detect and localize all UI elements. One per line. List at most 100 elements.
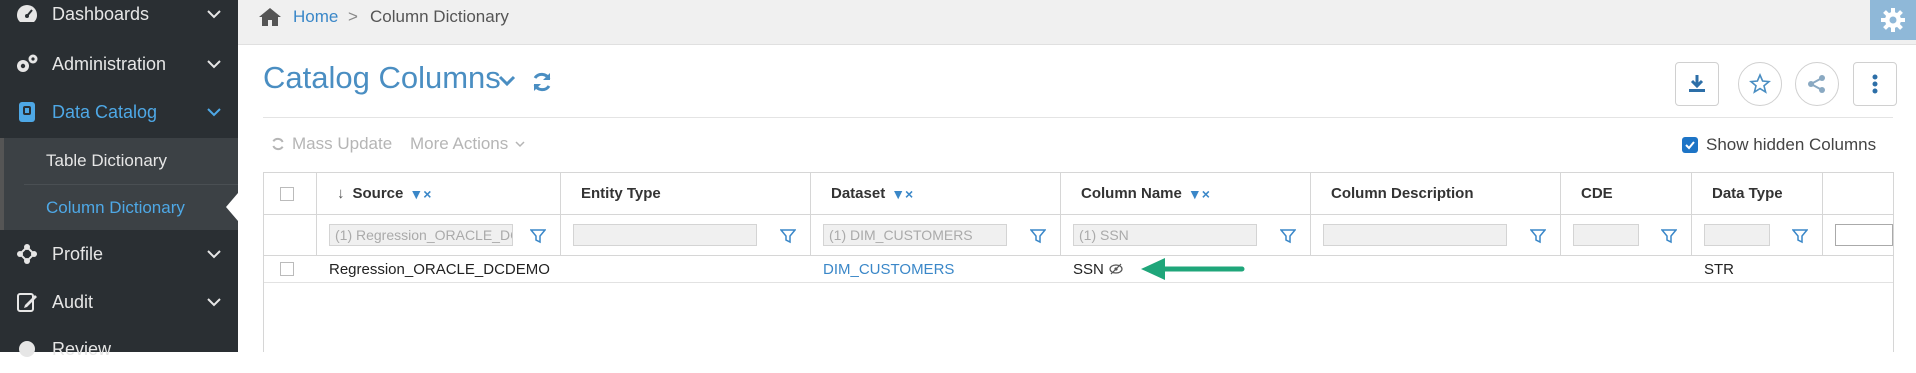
column-header-column-name[interactable]: Column Name ▼× [1061,173,1311,215]
column-header-source[interactable]: ↓ Source ▼× [317,173,561,215]
chevron-down-icon [207,60,221,69]
sidebar-item-review[interactable]: Review [0,325,238,373]
column-header-dataset[interactable]: Dataset ▼× [811,173,1061,215]
filter-input-column-description[interactable] [1323,224,1507,246]
filter-input-dataset[interactable]: (1) DIM_CUSTOMERS [823,224,1007,246]
more-actions-dropdown[interactable]: More Actions [410,134,526,154]
filter-input-cde[interactable] [1573,224,1639,246]
filter-active-icon[interactable]: ▼× [891,186,913,202]
sidebar-item-label: Dashboards [52,3,150,24]
filter-cell-data-type [1692,215,1823,256]
filter-cell-source: (1) Regression_ORACLE_DC [317,215,561,256]
annotation-arrow-icon [1140,258,1245,280]
filter-icon[interactable] [780,228,796,244]
filter-icon[interactable] [1280,228,1296,244]
column-header-label: Dataset [831,185,886,202]
chevron-down-icon [207,108,221,117]
filter-cell-entity-type [561,215,811,256]
row-select-cell [264,256,317,282]
filter-active-icon[interactable]: ▼× [1188,186,1210,202]
sidebar-item-administration[interactable]: Administration [0,40,238,88]
cell-data-type: STR [1704,260,1734,278]
download-button[interactable] [1675,62,1719,106]
sidebar-subitem-label: Table Dictionary [46,151,167,170]
sidebar-item-dashboards[interactable]: Dashboards [0,0,238,38]
column-header-cde[interactable]: CDE [1561,173,1692,215]
sidebar-subitem-column-dictionary[interactable]: Column Dictionary [24,184,238,230]
settings-button[interactable] [1870,0,1916,40]
refresh-icon [272,137,284,151]
audit-edit-icon [14,289,40,315]
filter-cell-column-name: (1) SSN [1061,215,1311,256]
sidebar-subitem-table-dictionary[interactable]: Table Dictionary [24,138,238,184]
sidebar-subitem-label: Column Dictionary [46,197,185,217]
hidden-eye-slash-icon [1109,263,1123,275]
filter-icon[interactable] [1661,228,1677,244]
column-header-entity-type[interactable]: Entity Type [561,173,811,215]
check-icon [1685,141,1695,150]
cell-cde [1561,256,1692,282]
header-divider [263,117,1893,118]
more-options-button[interactable] [1853,62,1897,106]
filter-icon[interactable] [1030,228,1046,244]
share-icon [1808,75,1825,93]
checkbox-checked[interactable] [1682,137,1698,153]
catalog-book-icon [14,99,40,125]
column-header-extra [1823,173,1893,215]
profile-nodes-icon [14,241,40,267]
filter-input-column-name[interactable]: (1) SSN [1073,224,1257,246]
star-icon [1749,73,1771,94]
column-header-label: CDE [1581,185,1613,202]
sidebar-submenu: Table Dictionary Column Dictionary [0,138,238,230]
gears-icon [14,51,40,77]
sidebar-item-audit[interactable]: Audit [0,278,238,326]
chevron-down-icon [207,250,221,259]
filter-cell-column-description [1311,215,1561,256]
page-title: Catalog Columns [263,60,501,95]
favorite-button[interactable] [1738,62,1782,106]
chevron-down-icon [207,298,221,307]
mass-update-button[interactable]: Mass Update [270,134,392,154]
column-name-value: SSN [1073,260,1104,278]
filter-input-entity-type[interactable] [573,224,757,246]
catalog-columns-grid: ↓ Source ▼× Entity Type Dataset ▼× Colum… [263,172,1894,352]
sidebar-item-data-catalog[interactable]: Data Catalog [0,88,238,136]
cell-column-name: SSN [1061,256,1311,282]
filter-cell-cde [1561,215,1692,256]
filter-cell-empty [264,215,317,256]
title-chevron-down-icon[interactable] [496,69,518,91]
filter-input-extra[interactable] [1835,224,1893,246]
breadcrumb-current: Column Dictionary [370,7,509,26]
filter-input-source[interactable]: (1) Regression_ORACLE_DC [329,224,513,246]
select-all-checkbox[interactable] [280,186,294,201]
filter-input-data-type[interactable] [1704,224,1770,246]
column-header-data-type[interactable]: Data Type [1692,173,1823,215]
sidebar-item-label: Audit [52,291,94,312]
chevron-down-icon [515,141,525,148]
share-button[interactable] [1795,62,1839,106]
column-header-column-description[interactable]: Column Description [1311,173,1561,215]
column-header-label: Source [352,185,404,202]
row-divider [264,282,1893,283]
breadcrumb-home-link[interactable]: Home [293,7,338,27]
download-icon [1689,75,1705,92]
refresh-icon[interactable] [530,70,554,94]
filter-icon[interactable] [1792,228,1808,244]
filter-icon[interactable] [1530,228,1546,244]
sidebar-item-profile[interactable]: Profile [0,230,238,278]
filter-active-icon[interactable]: ▼× [409,186,431,202]
show-hidden-label: Show hidden Columns [1706,135,1877,154]
cell-dataset-link[interactable]: DIM_CUSTOMERS [811,256,1061,282]
chevron-down-icon [207,10,221,19]
show-hidden-columns-toggle[interactable]: Show hidden Columns [1682,135,1876,155]
filter-cell-dataset: (1) DIM_CUSTOMERS [811,215,1061,256]
row-checkbox[interactable] [280,262,294,276]
breadcrumb-separator: > [348,7,358,26]
sidebar-item-label: Administration [52,53,167,74]
home-icon[interactable] [258,6,282,28]
active-pointer [226,193,238,221]
sort-down-arrow-icon[interactable]: ↓ [337,185,345,202]
filter-icon[interactable] [530,228,546,244]
select-all-cell [264,173,317,215]
column-header-label: Entity Type [581,185,661,202]
